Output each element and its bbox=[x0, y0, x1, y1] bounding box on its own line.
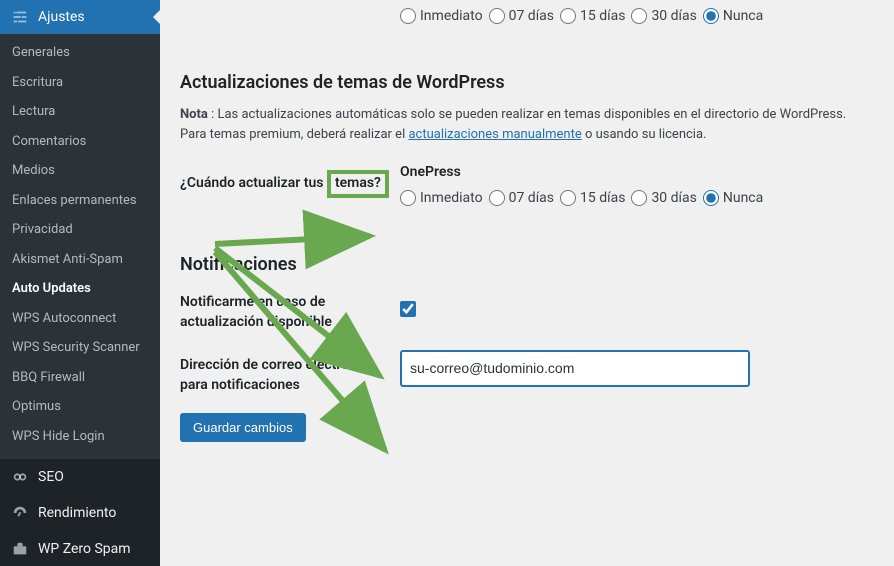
radio-input[interactable] bbox=[631, 8, 647, 24]
radio-input[interactable] bbox=[400, 190, 416, 206]
radio-theme-07-dias[interactable]: 07 días bbox=[489, 190, 554, 206]
sidebar-item-wps-hide-login[interactable]: WPS Hide Login bbox=[0, 422, 160, 452]
notify-email-row: Dirección de correo electrónico para not… bbox=[180, 350, 874, 395]
sidebar-item-medios[interactable]: Medios bbox=[0, 156, 160, 186]
note-prefix: Nota bbox=[180, 107, 208, 122]
radio-theme-15-dias[interactable]: 15 días bbox=[560, 190, 625, 206]
manual-updates-link[interactable]: actualizaciones manualmente bbox=[408, 127, 581, 142]
radio-input[interactable] bbox=[400, 8, 416, 24]
sidebar-item-privacidad[interactable]: Privacidad bbox=[0, 215, 160, 245]
notify-update-row: Notificarme en caso de actualización dis… bbox=[180, 287, 874, 332]
sidebar-item-optimus[interactable]: Optimus bbox=[0, 392, 160, 422]
radio-theme-inmediato[interactable]: Inmediato bbox=[400, 190, 483, 206]
radio-30-dias[interactable]: 30 días bbox=[631, 8, 696, 24]
sidebar-item-bbq-firewall[interactable]: BBQ Firewall bbox=[0, 363, 160, 393]
radio-label: Nunca bbox=[723, 8, 763, 24]
sidebar-submenu: Generales Escritura Lectura Comentarios … bbox=[0, 34, 160, 459]
radio-15-dias[interactable]: 15 días bbox=[560, 8, 625, 24]
radio-label: 30 días bbox=[651, 190, 696, 206]
sidebar-item-rendimiento[interactable]: Rendimiento bbox=[0, 495, 160, 531]
sidebar-item-wp-zero-spam[interactable]: WP Zero Spam bbox=[0, 531, 160, 566]
sidebar-item-seo[interactable]: SEO bbox=[0, 459, 160, 495]
radio-input[interactable] bbox=[631, 190, 647, 206]
radio-label: Nunca bbox=[723, 190, 763, 206]
gauge-icon bbox=[10, 503, 30, 523]
radio-input[interactable] bbox=[703, 8, 719, 24]
radio-input[interactable] bbox=[489, 8, 505, 24]
radio-input[interactable] bbox=[489, 190, 505, 206]
settings-content: Inmediato 07 días 15 días 30 días Nunca … bbox=[160, 0, 894, 566]
when-update-themes-label: ¿Cuándo actualizar tus temas? bbox=[180, 164, 400, 198]
sidebar-item-label: Ajustes bbox=[38, 9, 85, 25]
sidebar-item-ajustes[interactable]: Ajustes bbox=[0, 0, 160, 34]
radio-label: 07 días bbox=[509, 8, 554, 24]
radio-input[interactable] bbox=[703, 190, 719, 206]
sidebar-item-wps-autoconnect[interactable]: WPS Autoconnect bbox=[0, 304, 160, 334]
briefcase-icon bbox=[10, 539, 30, 559]
radio-input[interactable] bbox=[560, 8, 576, 24]
email-input[interactable] bbox=[400, 350, 750, 387]
note-text-tail: o usando su licencia. bbox=[582, 127, 707, 142]
sidebar-item-akismet[interactable]: Akismet Anti-Spam bbox=[0, 245, 160, 275]
radio-label: 07 días bbox=[509, 190, 554, 206]
admin-sidebar: Ajustes Generales Escritura Lectura Come… bbox=[0, 0, 160, 566]
label-prefix: ¿Cuándo actualizar tus bbox=[180, 175, 327, 191]
annotation-highlight-box: temas? bbox=[327, 170, 389, 198]
plugin-update-frequency-row: Inmediato 07 días 15 días 30 días Nunca bbox=[400, 0, 874, 32]
radio-label: 15 días bbox=[580, 8, 625, 24]
radio-label: Inmediato bbox=[420, 190, 483, 206]
save-button[interactable]: Guardar cambios bbox=[180, 413, 306, 442]
radio-label: 30 días bbox=[651, 8, 696, 24]
sidebar-item-label: Rendimiento bbox=[38, 505, 116, 521]
sliders-icon bbox=[10, 7, 30, 27]
sidebar-item-enlaces-permanentes[interactable]: Enlaces permanentes bbox=[0, 186, 160, 216]
sidebar-item-label: SEO bbox=[38, 469, 64, 485]
radio-07-dias[interactable]: 07 días bbox=[489, 8, 554, 24]
radio-nunca[interactable]: Nunca bbox=[703, 8, 763, 24]
sidebar-item-wps-security-scanner[interactable]: WPS Security Scanner bbox=[0, 333, 160, 363]
sidebar-item-auto-updates[interactable]: Auto Updates bbox=[0, 274, 160, 304]
notifications-section-title: Notificaciones bbox=[180, 254, 874, 275]
radio-inmediato[interactable]: Inmediato bbox=[400, 8, 483, 24]
theme-update-frequency-row: ¿Cuándo actualizar tus temas? OnePress I… bbox=[180, 164, 874, 214]
radio-theme-nunca[interactable]: Nunca bbox=[703, 190, 763, 206]
sidebar-item-label: WP Zero Spam bbox=[38, 541, 131, 557]
notify-label: Notificarme en caso de actualización dis… bbox=[180, 287, 400, 332]
radio-input[interactable] bbox=[560, 190, 576, 206]
sidebar-item-escritura[interactable]: Escritura bbox=[0, 68, 160, 98]
sidebar-item-generales[interactable]: Generales bbox=[0, 38, 160, 68]
sidebar-item-comentarios[interactable]: Comentarios bbox=[0, 127, 160, 157]
notify-checkbox[interactable] bbox=[400, 301, 416, 317]
radio-label: 15 días bbox=[580, 190, 625, 206]
radio-theme-30-dias[interactable]: 30 días bbox=[631, 190, 696, 206]
themes-note: Nota : Las actualizaciones automáticas s… bbox=[180, 105, 874, 144]
sidebar-item-lectura[interactable]: Lectura bbox=[0, 97, 160, 127]
radio-label: Inmediato bbox=[420, 8, 483, 24]
theme-name-onepress: OnePress bbox=[400, 164, 874, 180]
seo-icon bbox=[10, 467, 30, 487]
email-label: Dirección de correo electrónico para not… bbox=[180, 350, 400, 395]
themes-section-title: Actualizaciones de temas de WordPress bbox=[180, 72, 874, 93]
